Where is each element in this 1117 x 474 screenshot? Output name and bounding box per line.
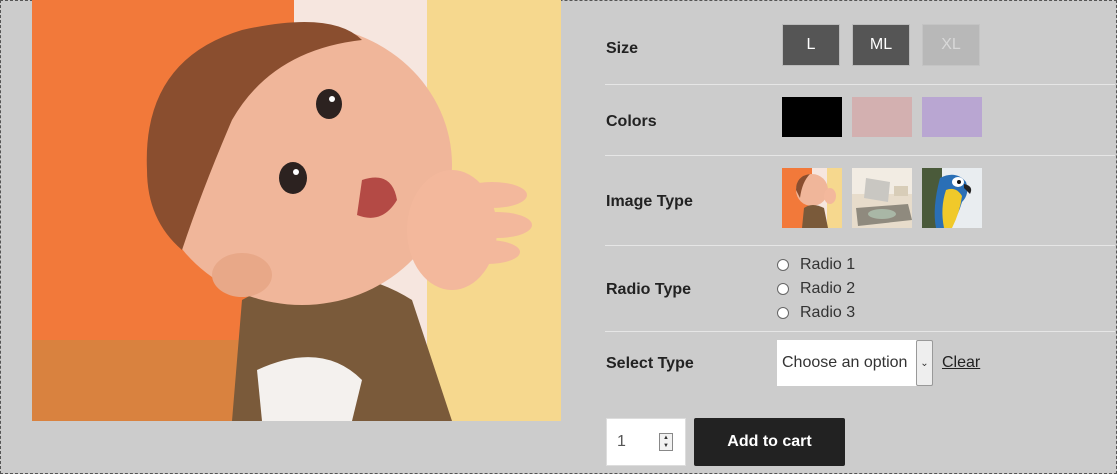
clear-link[interactable]: Clear — [942, 354, 980, 372]
image-swatch-laptop[interactable] — [852, 168, 912, 228]
size-label: Size — [606, 40, 639, 57]
radio-option-2[interactable]: Radio 2 — [777, 280, 855, 298]
size-row: Size L ML XL — [605, 0, 1115, 85]
quantity-stepper-icon[interactable]: ▲ ▼ — [659, 433, 673, 451]
chevron-down-icon[interactable]: ⌄ — [916, 340, 933, 386]
size-option-xl[interactable]: XL — [922, 24, 980, 66]
image-type-label: Image Type — [606, 193, 693, 210]
radio-type-label: Radio Type — [606, 281, 692, 298]
radio-option-1[interactable]: Radio 1 — [777, 256, 855, 274]
quantity-value: 1 — [617, 433, 626, 450]
radio-type-row: Radio Type Radio 1 Radio 2 Radio 3 — [605, 246, 1115, 332]
color-swatch-pink[interactable] — [852, 97, 912, 137]
select-type-row: Select Type Choose an option ⌄ Clear — [605, 332, 1115, 392]
quantity-input[interactable]: 1 ▲ ▼ — [606, 418, 686, 466]
radio-label: Radio 3 — [800, 304, 856, 321]
color-swatch-black[interactable] — [782, 97, 842, 137]
product-image[interactable] — [32, 0, 561, 421]
colors-label: Colors — [606, 113, 657, 130]
colors-row: Colors — [605, 85, 1115, 156]
image-swatch-baby[interactable] — [782, 168, 842, 228]
radio-button[interactable] — [777, 259, 789, 271]
radio-label: Radio 1 — [800, 256, 856, 273]
image-type-row: Image Type — [605, 156, 1115, 246]
add-to-cart-button[interactable]: Add to cart — [694, 418, 845, 466]
size-option-l[interactable]: L — [782, 24, 840, 66]
select-type-label: Select Type — [606, 355, 694, 372]
select-type-dropdown[interactable]: Choose an option — [777, 340, 917, 386]
radio-button[interactable] — [777, 307, 789, 319]
image-swatch-parrot[interactable] — [922, 168, 982, 228]
size-option-ml[interactable]: ML — [852, 24, 910, 66]
radio-label: Radio 2 — [800, 280, 856, 297]
radio-option-3[interactable]: Radio 3 — [777, 304, 855, 322]
radio-button[interactable] — [777, 283, 789, 295]
color-swatch-lavender[interactable] — [922, 97, 982, 137]
